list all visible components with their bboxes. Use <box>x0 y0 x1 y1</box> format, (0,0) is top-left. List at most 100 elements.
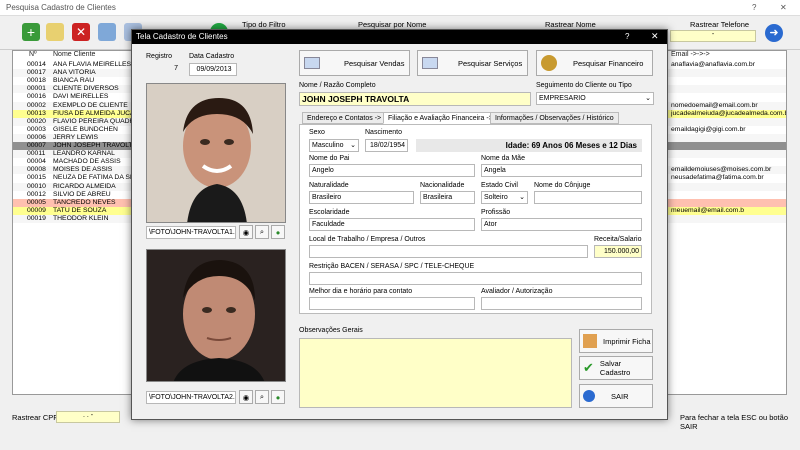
cell-num: 00018 <box>27 77 46 85</box>
services-icon <box>422 57 438 69</box>
fechar-hint: Para fechar a tela ESC ou botão SAIR <box>680 413 788 431</box>
cell-name: ANA VITÓRIA <box>53 69 96 77</box>
estado-civil-select[interactable]: Solteiro ⌄ <box>481 191 528 204</box>
bg-close-icon[interactable]: ✕ <box>780 3 787 12</box>
coins-icon <box>541 55 557 71</box>
pesquisar-financeiro-label: Pesquisar Financeiro <box>573 58 644 68</box>
cell-name: FIUSA DE ALMEIDA JUCA C <box>53 109 133 117</box>
registro-value: 7 <box>146 63 180 76</box>
modal-titlebar: Tela Cadastro de Clientes ? ✕ <box>132 30 667 44</box>
conjuge-label: Nome do Cônjuge <box>534 182 591 189</box>
cell-email: emaildemoiuses@moises.com.br <box>671 166 772 174</box>
estado-civil-label: Estado Civil <box>481 182 518 189</box>
pesquisar-financeiro-button[interactable]: Pesquisar Financeiro <box>536 50 653 76</box>
cell-email: neusadefatima@fatima.com.br <box>671 174 764 182</box>
rastrear-telefone-label: Rastrear Telefone <box>690 20 750 29</box>
add-icon[interactable]: + <box>22 23 40 41</box>
cell-num: 00004 <box>27 158 46 166</box>
cell-name: SILVIO DE ABREU <box>53 190 111 198</box>
help-icon[interactable]: ? <box>625 32 629 41</box>
pesquisar-vendas-button[interactable]: Pesquisar Vendas <box>299 50 410 76</box>
pai-field[interactable]: Angelo <box>309 164 475 177</box>
contato-label: Melhor dia e horário para contato <box>309 288 413 295</box>
tab-endereco[interactable]: Endereço e Contatos -> <box>302 112 387 124</box>
trabalho-field[interactable] <box>309 245 588 258</box>
chevron-down-icon: ⌄ <box>519 194 525 201</box>
cell-num: 00013 <box>27 109 46 117</box>
escolaridade-field[interactable]: Faculdade <box>309 218 475 231</box>
col-header-num[interactable]: Nº <box>29 51 37 61</box>
nascimento-field[interactable]: 18/02/1954 <box>365 139 408 152</box>
cell-num: 00012 <box>27 190 46 198</box>
nome-label: Nome / Razão Completo <box>299 82 376 89</box>
idade-display: Idade: 69 Anos 06 Meses e 12 Dias <box>416 139 642 152</box>
pesquisar-servicos-label: Pesquisar Serviços <box>458 58 523 68</box>
telefone-input[interactable]: - <box>670 30 756 42</box>
close-icon[interactable]: ✕ <box>651 31 659 42</box>
print-icon[interactable] <box>98 23 116 41</box>
cell-email: anaflavia@anaflavia.com.br <box>671 61 755 68</box>
receita-field[interactable]: 150.000,00 <box>594 245 642 258</box>
cell-num: 00005 <box>27 198 46 206</box>
cell-name: ANA FLAVIA MEIRELLES <box>53 61 132 68</box>
avaliador-field[interactable] <box>481 297 642 310</box>
cell-name: MOISES DE ASSIS <box>53 166 113 174</box>
cell-name: DAVI MEIRELLES <box>53 93 109 101</box>
imprimir-ficha-label: Imprimir Ficha <box>603 336 651 346</box>
cpf-input[interactable]: . . - <box>56 411 120 423</box>
contato-field[interactable] <box>309 297 475 310</box>
conjuge-field[interactable] <box>534 191 642 204</box>
photo-2-path[interactable]: \FOTO\JOHN-TRAVOLTA2. <box>146 391 236 404</box>
cell-num: 00001 <box>27 85 46 93</box>
col-header-email[interactable]: Email ->->-> <box>671 51 710 61</box>
camera-icon-1[interactable]: ◉ <box>239 225 253 239</box>
refresh-icon-1[interactable]: ● <box>271 225 285 239</box>
escolaridade-label: Escolaridade <box>309 209 350 216</box>
imprimir-ficha-button[interactable]: Imprimir Ficha <box>579 329 653 353</box>
sales-icon <box>304 57 320 69</box>
refresh-icon-2[interactable]: ● <box>271 390 285 404</box>
sair-button[interactable]: SAIR <box>579 384 653 408</box>
mae-field[interactable]: Angela <box>481 164 642 177</box>
chevron-down-icon: ⌄ <box>350 142 356 149</box>
cell-name: JOHN JOSEPH TRAVOLTA <box>53 142 133 149</box>
edit-icon[interactable] <box>46 23 64 41</box>
chevron-down-icon: ⌄ <box>645 95 651 102</box>
delete-icon[interactable]: ✕ <box>72 23 90 41</box>
cell-name: LEANDRO KARNAL <box>53 150 115 158</box>
cell-name: NEUZA DE FATIMA DA SILV <box>53 174 133 182</box>
col-header-nome[interactable]: Nome Cliente <box>53 51 95 61</box>
cell-num: 00010 <box>27 182 46 190</box>
cell-name: BIANCA RAU <box>53 77 95 85</box>
tab-informacoes[interactable]: Informações / Observações / Histórico <box>490 112 619 124</box>
registro-label: Registro <box>146 53 173 60</box>
seguimento-value: EMPRESARIO <box>539 95 586 102</box>
cell-name: TATU DE SOUZA <box>53 206 107 214</box>
bg-help-icon[interactable]: ? <box>752 3 756 12</box>
naturalidade-field[interactable]: Brasileiro <box>309 191 414 204</box>
camera-icon-2[interactable]: ◉ <box>239 390 253 404</box>
arrow-right-icon[interactable]: ➜ <box>765 24 783 42</box>
cell-num: 00003 <box>27 125 46 133</box>
seguimento-select[interactable]: EMPRESARIO ⌄ <box>536 92 654 105</box>
photo-1-path[interactable]: \FOTO\JOHN-TRAVOLTA1. <box>146 226 236 239</box>
tab-filiacao[interactable]: Filiação e Avaliação Financeira -> <box>383 112 498 124</box>
search-icon-2[interactable]: ⌕ <box>255 390 269 404</box>
cell-name: EXEMPLO DE CLIENTE <box>53 101 128 109</box>
restricao-field[interactable] <box>309 272 642 285</box>
observacoes-textarea[interactable] <box>299 338 572 408</box>
search-icon-1[interactable]: ⌕ <box>255 225 269 239</box>
profissao-field[interactable]: Ator <box>481 218 642 231</box>
sexo-select[interactable]: Masculino ⌄ <box>309 139 359 152</box>
cell-email: meuemail@email.com.b <box>671 206 745 214</box>
nome-field[interactable]: JOHN JOSEPH TRAVOLTA <box>299 92 531 106</box>
salvar-cadastro-button[interactable]: ✔ Salvar Cadastro <box>579 356 653 380</box>
restricao-label: Restrição BACEN / SERASA / SPC / TELE-CH… <box>309 263 475 270</box>
pesquisar-servicos-button[interactable]: Pesquisar Serviços <box>417 50 528 76</box>
data-cadastro-field[interactable]: 09/09/2013 <box>189 63 237 76</box>
nacionalidade-field[interactable]: Brasileira <box>420 191 475 204</box>
avaliador-label: Avaliador / Autorização <box>481 288 553 295</box>
exit-icon <box>583 390 595 402</box>
cell-name: THEODOR KLEIN <box>53 214 109 222</box>
cell-name: GISELE BUNDCHEN <box>53 125 118 133</box>
